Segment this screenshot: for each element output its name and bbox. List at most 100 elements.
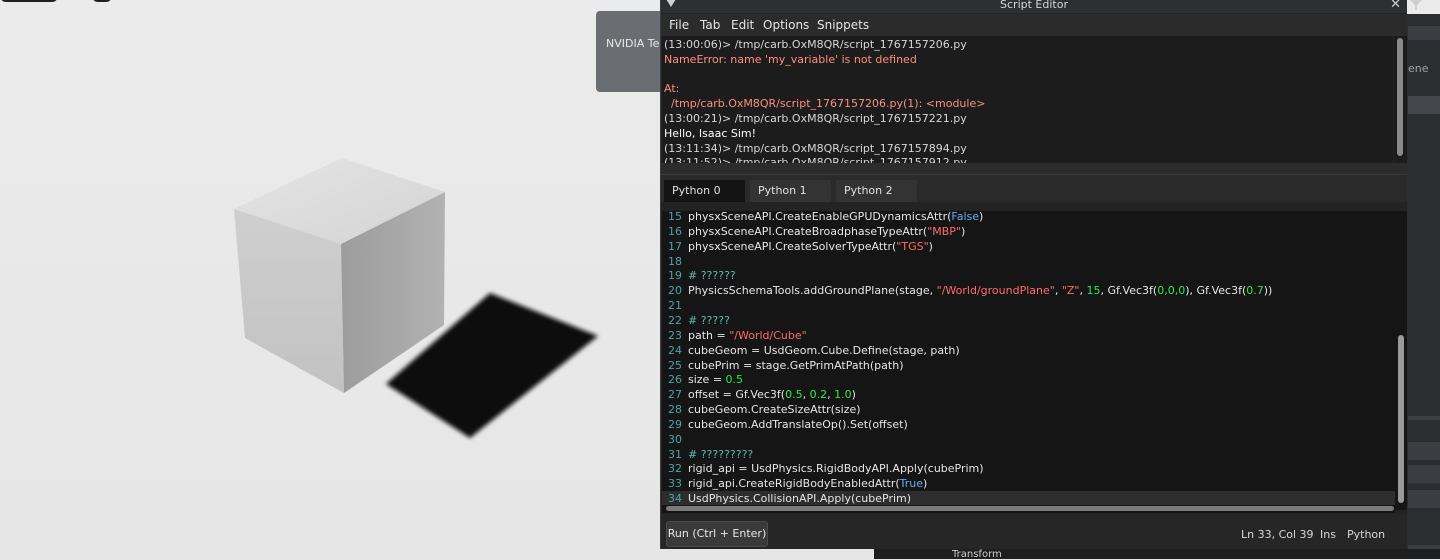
console-line: (13:11:34)> /tmp/carb.OxM8QR/script_1767… <box>664 141 967 155</box>
code-token: size = <box>688 373 726 387</box>
property-panel-strip: Transform <box>874 549 1440 560</box>
code-scrollbar-thumb[interactable] <box>1398 335 1404 503</box>
line-number: 30 <box>668 432 682 446</box>
line-number: 16 <box>668 224 682 238</box>
code-line[interactable]: 29 cubeGeom.AddTranslateOp().Set(offset) <box>662 417 1395 432</box>
code-token: path = <box>688 328 730 342</box>
code-line[interactable]: 32 rigid_api = UsdPhysics.RigidBodyAPI.Ap… <box>662 461 1395 476</box>
viewport-scene <box>234 158 598 438</box>
right-panel-field-1[interactable] <box>1408 442 1440 460</box>
filter-icon[interactable] <box>1410 0 1422 10</box>
code-horizontal-scrollbar[interactable] <box>662 505 1395 513</box>
code-line[interactable]: 17 physxSceneAPI.CreateSolverTypeAttr("TG… <box>662 239 1395 254</box>
tab-python-0[interactable]: Python 0 <box>664 180 745 202</box>
code-text: cubeGeom = UsdGeom.Cube.Define(stage, pa… <box>688 343 960 358</box>
code-token: # ?????? <box>688 269 736 283</box>
line-number: 22 <box>668 313 682 327</box>
code-line[interactable]: 33 rigid_api.CreateRigidBodyEnabledAttr(T… <box>662 476 1395 491</box>
code-line[interactable]: 15 physxSceneAPI.CreateEnableGPUDynamicsA… <box>662 211 1395 224</box>
line-number: 29 <box>668 417 682 431</box>
code-token: 0,0,0 <box>1157 284 1186 298</box>
menu-snippets[interactable]: Snippets <box>817 18 869 32</box>
language-mode[interactable]: Python <box>1347 528 1385 541</box>
right-panel-partial-label: ene <box>1408 62 1429 75</box>
console-scrollbar[interactable] <box>1394 36 1407 163</box>
transform-section-label[interactable]: Transform <box>952 549 1002 560</box>
console-line: At: <box>664 82 680 96</box>
splitter-handle[interactable] <box>661 163 1407 175</box>
code-line[interactable]: 23 path = "/World/Cube" <box>662 328 1395 343</box>
line-number: 33 <box>668 477 682 491</box>
menu-file[interactable]: File <box>669 18 689 32</box>
line-number: 23 <box>668 328 682 342</box>
code-scrollbar[interactable] <box>1395 211 1407 510</box>
code-editor[interactable]: 15 physxSceneAPI.CreateEnableGPUDynamicsA… <box>662 211 1395 510</box>
code-line[interactable]: 31 # ????????? <box>662 447 1395 462</box>
console-line: /tmp/carb.OxM8QR/script_1767157206.py(1)… <box>664 97 986 111</box>
code-line[interactable]: 21 <box>662 298 1395 313</box>
output-console[interactable]: (13:00:06)> /tmp/carb.OxM8QR/script_1767… <box>662 36 1393 163</box>
code-text: path = "/World/Cube" <box>688 328 807 343</box>
code-token: ) <box>851 388 856 402</box>
code-text: # ????????? <box>688 447 753 462</box>
code-token: physxSceneAPI.CreateEnableGPUDynamicsAtt… <box>688 211 952 223</box>
line-number: 34 <box>668 492 682 506</box>
right-panel-selected-row[interactable] <box>1408 96 1440 114</box>
code-token: False <box>951 211 980 223</box>
console-line: (13:00:06)> /tmp/carb.OxM8QR/script_1767… <box>664 38 967 51</box>
editor-tabs: Python 0 Python 1 Python 2 <box>661 175 1407 202</box>
code-token: rigid_api = UsdPhysics.RigidBodyAPI.Appl… <box>688 462 984 476</box>
run-button[interactable]: Run (Ctrl + Enter) <box>666 521 768 547</box>
code-line[interactable]: 30 <box>662 432 1395 447</box>
code-line[interactable]: 16 physxSceneAPI.CreateBroadphaseTypeAttr… <box>662 224 1395 239</box>
code-line[interactable]: 25 cubePrim = stage.GetPrimAtPath(path) <box>662 358 1395 373</box>
right-panel-field-2[interactable] <box>1408 465 1440 483</box>
script-editor-titlebar[interactable]: Script Editor ✕ <box>661 0 1407 13</box>
code-token: cubeGeom.CreateSizeAttr(size) <box>688 403 861 417</box>
code-token: cubePrim = stage.GetPrimAtPath(path) <box>688 358 904 372</box>
console-line: NameError: name 'my_variable' is not def… <box>664 52 917 66</box>
code-line[interactable]: 26 size = 0.5 <box>662 372 1395 387</box>
code-line[interactable]: 27 offset = Gf.Vec3f(0.5, 0.2, 1.0) <box>662 387 1395 402</box>
code-token: 1.0 <box>834 388 852 402</box>
right-panel-field-3[interactable] <box>1408 490 1440 508</box>
console-scrollbar-thumb[interactable] <box>1397 38 1403 156</box>
cursor-position: Ln 33, Col 39 <box>1241 528 1314 541</box>
right-panel-tab[interactable] <box>1408 26 1440 40</box>
code-text: cubePrim = stage.GetPrimAtPath(path) <box>688 358 903 373</box>
code-text: # ?????? <box>688 268 736 283</box>
code-token: 0.5 <box>785 388 803 402</box>
line-number: 27 <box>668 388 682 402</box>
code-token: ) <box>928 239 933 253</box>
close-icon[interactable]: ✕ <box>1390 0 1401 12</box>
code-token: offset = Gf.Vec3f( <box>688 388 786 402</box>
code-text: rigid_api = UsdPhysics.RigidBodyAPI.Appl… <box>688 461 984 476</box>
code-line[interactable]: 20 PhysicsSchemaTools.addGroundPlane(stag… <box>662 283 1395 298</box>
tab-python-2[interactable]: Python 2 <box>836 180 917 202</box>
menu-options[interactable]: Options <box>763 18 809 32</box>
code-line[interactable]: 18 <box>662 254 1395 269</box>
code-token: cubeGeom = UsdGeom.Cube.Define(stage, pa… <box>688 343 960 357</box>
code-line[interactable]: 24 cubeGeom = UsdGeom.Cube.Define(stage, … <box>662 343 1395 358</box>
code-token: rigid_api.CreateRigidBodyEnabledAttr( <box>688 477 900 491</box>
code-token: physxSceneAPI.CreateBroadphaseTypeAttr( <box>688 224 928 238</box>
menu-edit[interactable]: Edit <box>731 18 754 32</box>
code-token: , <box>802 388 810 402</box>
right-side-panel <box>1405 14 1440 559</box>
code-token: ) <box>979 211 984 223</box>
code-text: offset = Gf.Vec3f(0.5, 0.2, 1.0) <box>688 387 856 402</box>
code-line[interactable]: 28 cubeGeom.CreateSizeAttr(size) <box>662 402 1395 417</box>
code-horizontal-scrollbar-thumb[interactable] <box>666 506 1394 511</box>
menu-tab[interactable]: Tab <box>700 18 720 32</box>
code-token: "MBP" <box>927 224 961 238</box>
code-token: "/World/Cube" <box>729 328 807 342</box>
code-line[interactable]: 19 # ?????? <box>662 268 1395 283</box>
tab-python-1[interactable]: Python 1 <box>750 180 831 202</box>
code-token: ), Gf.Vec3f( <box>1185 284 1247 298</box>
code-text: physxSceneAPI.CreateEnableGPUDynamicsAtt… <box>688 211 983 224</box>
code-token: 0.2 <box>809 388 828 402</box>
line-number: 21 <box>668 299 682 313</box>
code-line[interactable]: 22 # ????? <box>662 313 1395 328</box>
code-line[interactable]: 34 UsdPhysics.CollisionAPI.Apply(cubePrim… <box>662 491 1395 507</box>
code-text: rigid_api.CreateRigidBodyEnabledAttr(Tru… <box>688 476 927 491</box>
